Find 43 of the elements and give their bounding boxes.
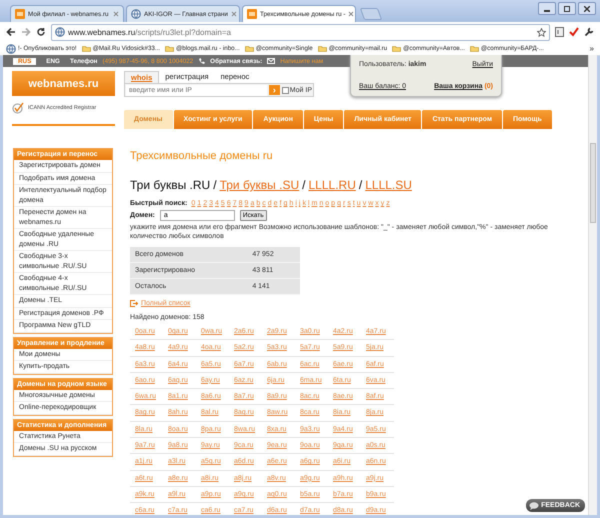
mail-icon [267,58,276,64]
maximize-icon [564,6,570,12]
globe-icon [6,44,16,54]
folder-icon [470,45,479,52]
star-icon[interactable] [537,28,546,36]
reload-icon[interactable] [36,27,46,37]
page-icon[interactable] [555,27,564,37]
close-button[interactable] [578,2,596,15]
folder-icon [244,45,254,52]
phone-icon [198,58,206,64]
back-icon[interactable] [6,27,16,37]
separator: / [213,178,217,192]
folder-icon [392,45,402,52]
page-title: Трехсимвольные домены ru [130,149,274,162]
site-logo[interactable]: webnames.ru [12,71,115,96]
folder-icon [82,45,91,52]
minimize-button[interactable] [538,2,556,15]
checkmark-icon[interactable] [569,27,579,37]
maximize-button[interactable] [558,2,576,15]
speech-bubble-icon [529,502,540,510]
zone-link[interactable]: LLLL.SU [365,178,412,192]
globe-icon [131,9,141,19]
close-icon[interactable] [348,11,354,17]
close-icon[interactable] [230,11,237,17]
arrow-out-icon [130,300,138,307]
globe-icon [55,27,65,37]
folder-icon [165,45,174,52]
scrollbar-thumb[interactable] [590,143,596,223]
close-icon [584,6,590,12]
address-field[interactable]: www.webnames.ru/scripts/ru3let.pl?domain=a [51,24,550,40]
wrench-icon[interactable] [584,27,594,37]
separator: / [358,178,362,192]
site-favicon-icon [247,9,257,19]
more-bookmarks-button[interactable]: » [590,44,594,53]
scrollbar[interactable] [588,55,597,515]
zone-link[interactable]: Три буквы .SU [220,178,300,192]
current-zone-label: Три буквы .RU [130,178,210,192]
close-icon[interactable] [113,11,119,17]
folder-icon [318,45,327,52]
separator: / [302,178,306,192]
checkmark-globe-icon [12,102,24,114]
zone-link[interactable]: LLLL.RU [308,178,356,192]
site-favicon-icon [15,9,25,19]
